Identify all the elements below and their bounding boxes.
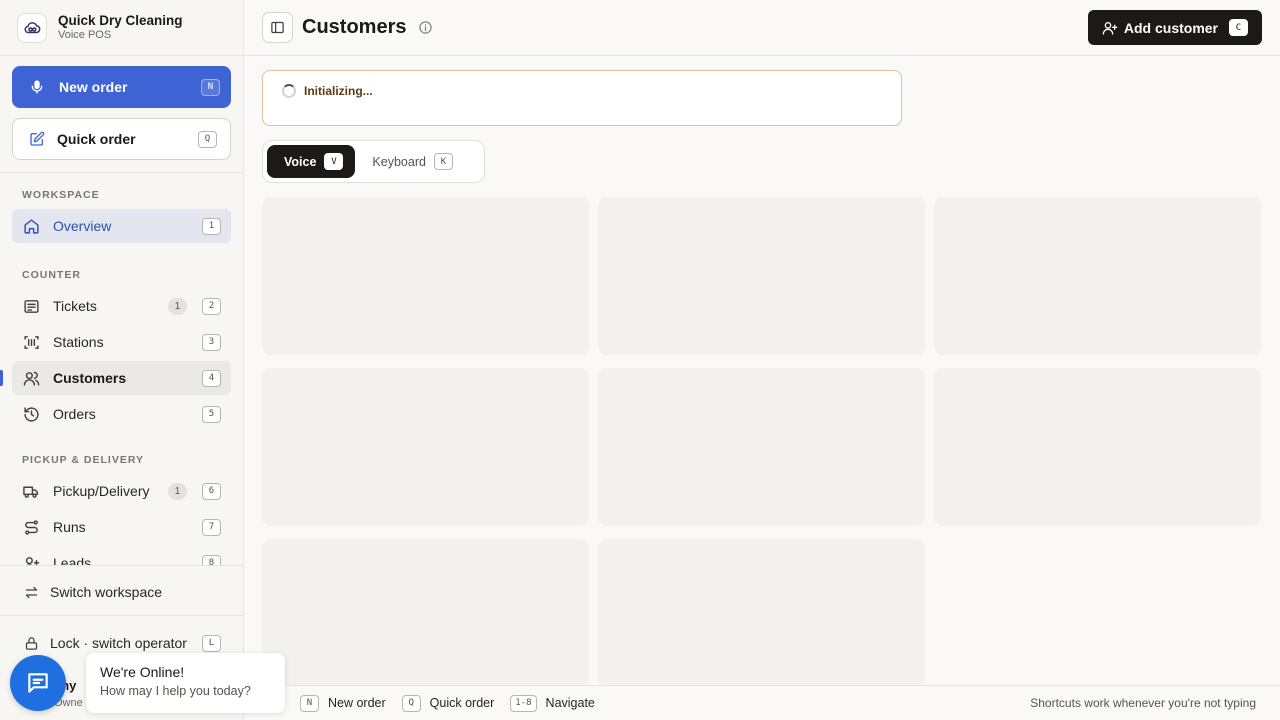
customer-card-grid — [262, 197, 1262, 687]
shortcut-quick-order: Q Quick order — [401, 694, 495, 712]
shortcut-label: Navigate — [545, 696, 595, 710]
chat-launcher-button[interactable] — [10, 655, 66, 711]
pickup-count-badge: 1 — [168, 482, 187, 500]
add-customer-button[interactable]: Add customer C — [1087, 10, 1262, 45]
nav-section-workspace: WORKSPACE — [22, 189, 100, 201]
brand-name: Quick Dry Cleaning — [58, 13, 183, 28]
switch-workspace-label: Switch workspace — [50, 584, 163, 600]
chat-subtitle: How may I help you today? — [100, 684, 251, 698]
keyboard-mode-tab[interactable]: Keyboard K — [355, 145, 465, 178]
shortcut-new-order: N New order — [300, 694, 386, 712]
truck-icon — [22, 482, 40, 500]
customer-card-skeleton — [262, 539, 589, 687]
users-icon — [22, 369, 40, 387]
edit-icon — [28, 130, 46, 148]
quick-order-shortcut: Q — [198, 130, 217, 148]
active-indicator — [0, 370, 3, 386]
sidebar-item-overview[interactable]: Overview 1 — [12, 209, 231, 243]
sidebar-item-shortcut: 5 — [202, 405, 221, 423]
voice-mode-label: Voice — [284, 154, 317, 169]
cloud-logo-icon — [17, 12, 47, 43]
sidebar-item-label: Overview — [53, 218, 112, 234]
shortcut-label: New order — [328, 696, 386, 710]
customer-card-skeleton — [598, 197, 925, 355]
chat-greeting-bubble[interactable]: We're Online! How may I help you today? — [86, 653, 285, 713]
new-order-button[interactable]: New order N — [12, 66, 231, 108]
route-icon — [22, 518, 40, 536]
sidebar-item-shortcut: 7 — [202, 518, 221, 536]
loading-spinner-icon — [282, 84, 296, 98]
sidebar-toggle-icon — [270, 20, 285, 35]
sidebar-item-label: Pickup/Delivery — [53, 483, 150, 499]
sidebar-item-label: Runs — [53, 519, 86, 535]
sidebar-item-shortcut: 3 — [202, 333, 221, 351]
sidebar-item-label: Tickets — [53, 298, 97, 314]
quick-order-label: Quick order — [57, 131, 136, 147]
lock-label: Lock · switch operator — [50, 635, 187, 651]
quick-order-button[interactable]: Quick order Q — [12, 118, 231, 160]
customer-card-skeleton — [934, 197, 1261, 355]
barcode-icon — [22, 333, 40, 351]
sidebar-item-label: Customers — [53, 370, 127, 386]
user-plus-icon — [1102, 20, 1118, 36]
add-customer-label: Add customer — [1123, 19, 1218, 36]
keyboard-mode-label: Keyboard — [372, 154, 426, 169]
shortcut-key: 1-8 — [510, 694, 537, 712]
brand-header[interactable]: Quick Dry Cleaning Voice POS — [0, 0, 243, 56]
customer-card-skeleton — [598, 368, 925, 526]
switch-arrows-icon — [22, 583, 40, 601]
customer-card-skeleton — [262, 368, 589, 526]
tickets-count-badge: 1 — [168, 297, 187, 315]
shortcut-label: Quick order — [429, 696, 495, 710]
sidebar-item-shortcut: 4 — [202, 369, 221, 387]
microphone-icon — [28, 78, 46, 96]
sidebar-item-shortcut: 1 — [202, 217, 221, 235]
sidebar: Quick Dry Cleaning Voice POS New order N… — [0, 0, 244, 720]
new-order-shortcut: N — [201, 78, 220, 96]
home-icon — [22, 217, 40, 235]
shortcut-key: Q — [401, 694, 421, 712]
ticket-icon — [22, 297, 40, 315]
nav-section-pickup: PICKUP & DELIVERY — [22, 454, 145, 466]
shortcut-navigate: 1-8 Navigate — [510, 694, 595, 712]
input-mode-toggle: Voice V Keyboard K — [262, 140, 485, 183]
sidebar-item-pickup-delivery[interactable]: Pickup/Delivery 1 6 — [12, 474, 231, 508]
sidebar-item-label: Stations — [53, 334, 104, 350]
chat-icon — [25, 670, 51, 696]
voice-mode-tab[interactable]: Voice V — [267, 145, 356, 178]
customer-card-skeleton — [598, 539, 925, 687]
sidebar-item-shortcut: 6 — [202, 482, 221, 500]
add-customer-shortcut: C — [1229, 19, 1248, 36]
sidebar-item-orders[interactable]: Orders 5 — [12, 397, 231, 431]
sidebar-item-stations[interactable]: Stations 3 — [12, 325, 231, 359]
new-order-label: New order — [59, 79, 128, 95]
lock-shortcut: L — [202, 634, 221, 652]
sidebar-item-tickets[interactable]: Tickets 1 2 — [12, 289, 231, 323]
history-icon — [22, 405, 40, 423]
sidebar-item-label: Orders — [53, 406, 96, 422]
voice-mode-shortcut: V — [324, 153, 344, 170]
sidebar-item-runs[interactable]: Runs 7 — [12, 510, 231, 544]
page-title: Customers — [302, 16, 407, 38]
status-banner: Initializing... — [262, 70, 902, 126]
nav-section-counter: COUNTER — [22, 269, 81, 281]
status-text: Initializing... — [304, 84, 373, 98]
customer-card-skeleton — [262, 197, 589, 355]
sidebar-item-shortcut: 2 — [202, 297, 221, 315]
info-icon[interactable] — [418, 20, 433, 35]
sidebar-toggle-button[interactable] — [262, 12, 293, 43]
customer-card-skeleton — [934, 368, 1261, 526]
sidebar-item-customers[interactable]: Customers 4 — [0, 361, 231, 395]
shortcut-hint: Shortcuts work whenever you're not typin… — [1030, 696, 1256, 710]
keyboard-mode-shortcut: K — [433, 153, 453, 170]
page-header: Customers Add customer C — [244, 0, 1280, 56]
chat-title: We're Online! — [100, 664, 185, 680]
shortcut-bar: N New order Q Quick order 1-8 Navigate S… — [244, 685, 1280, 720]
brand-subtitle: Voice POS — [58, 29, 112, 41]
switch-workspace-button[interactable]: Switch workspace — [0, 574, 243, 610]
lock-icon — [22, 634, 40, 652]
shortcut-key: N — [300, 694, 319, 712]
